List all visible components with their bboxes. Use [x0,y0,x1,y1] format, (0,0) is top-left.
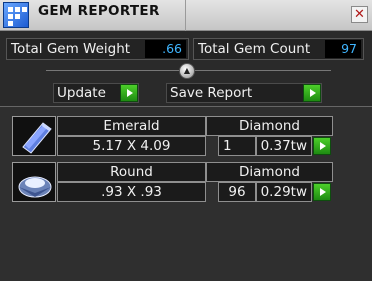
total-gem-weight-value: .66 [145,40,186,58]
update-play-icon[interactable] [120,84,138,102]
round-cut-gem-icon [12,162,56,202]
total-gem-count-value: 97 [325,40,361,58]
gem-dimensions: 5.17 X 4.09 [57,136,206,156]
gem-shape: Emerald [57,116,206,136]
gem-row: Round .93 X .93 Diamond 96 0.29tw [12,162,333,202]
gem-count: 96 [218,182,256,202]
save-report-play-icon[interactable] [303,84,321,102]
update-button[interactable]: Update [53,83,139,103]
gem-detail-play-icon[interactable] [313,137,331,155]
save-report-button[interactable]: Save Report [166,83,322,103]
gem-dimensions: .93 X .93 [57,182,206,202]
total-gem-weight-label: Total Gem Weight [11,41,131,57]
collapse-toggle-button[interactable]: ▲ [179,63,195,79]
gem-type: Diamond [206,116,333,136]
gem-weight: 0.29tw [256,182,312,202]
app-grid-icon [3,2,29,28]
gem-count: 1 [218,136,256,156]
gem-weight: 0.37tw [256,136,312,156]
save-report-button-label: Save Report [170,85,253,101]
gem-row: Emerald 5.17 X 4.09 Diamond 1 0.37tw [12,116,333,156]
total-gem-weight: Total Gem Weight .66 [6,38,189,60]
total-gem-count-label: Total Gem Count [198,41,311,57]
gem-report-panel: Emerald 5.17 X 4.09 Diamond 1 0.37tw Rou… [0,106,372,281]
total-gem-count: Total Gem Count 97 [193,38,364,60]
title-divider [185,0,186,31]
update-button-label: Update [57,85,106,101]
gem-reporter-window: GEM REPORTER ✕ Total Gem Weight .66 Tota… [0,0,372,281]
gem-type: Diamond [206,162,333,182]
emerald-cut-gem-icon [12,116,56,156]
close-button[interactable]: ✕ [351,6,368,23]
gem-detail-play-icon[interactable] [313,183,331,201]
gem-shape: Round [57,162,206,182]
window-title: GEM REPORTER [38,3,160,19]
title-bar[interactable]: GEM REPORTER ✕ [0,0,372,31]
